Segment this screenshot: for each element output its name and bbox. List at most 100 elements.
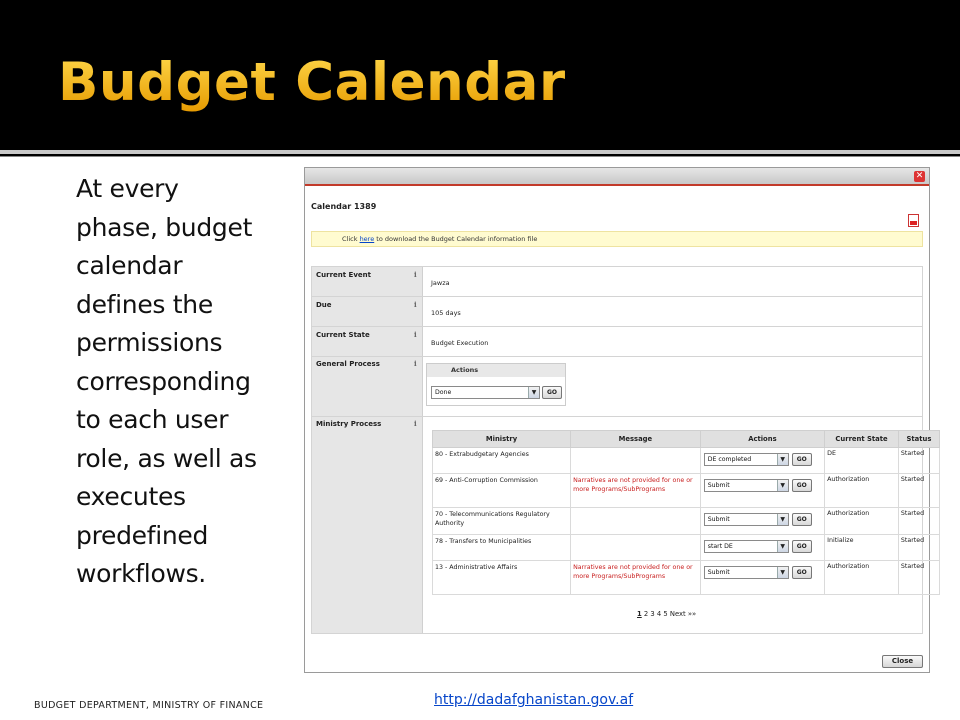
general-process-label: General Process	[316, 360, 380, 368]
ministry-go-button[interactable]: GO	[791, 540, 812, 553]
download-link[interactable]: here	[360, 235, 375, 243]
pagination: 1 2 3 4 5 Next »»	[637, 610, 696, 618]
column-header: Current State	[824, 430, 899, 448]
info-icon[interactable]: i	[414, 270, 417, 279]
current-state-value: Budget Execution	[431, 339, 489, 347]
notice-suffix: to download the Budget Calendar informat…	[374, 235, 538, 243]
body-line: permissions	[76, 328, 223, 357]
info-icon[interactable]: i	[414, 419, 417, 428]
body-line: role, as well as	[76, 443, 257, 473]
ministry-go-button[interactable]: GO	[791, 513, 812, 526]
current-event-label: Current Event	[316, 271, 371, 279]
table-row: 13 - Administrative Affairs Narratives a…	[431, 560, 941, 595]
column-header: Message	[570, 430, 701, 448]
ministry-go-button[interactable]: GO	[791, 479, 812, 492]
page-current[interactable]: 1	[637, 610, 642, 618]
status-cell: Started	[897, 534, 941, 561]
table-header-row: Ministry Message Actions Current State S…	[431, 430, 941, 448]
ministry-action-select[interactable]: Submit ▼	[703, 513, 789, 526]
ministry-go-button[interactable]: GO	[791, 566, 812, 579]
body-line: predefined	[76, 520, 209, 550]
body-line: executes	[76, 482, 186, 511]
body-line: phase, budget	[76, 212, 253, 242]
pdf-icon[interactable]	[908, 214, 919, 227]
actions-cell: Submit ▼ GO	[699, 473, 826, 508]
close-button[interactable]: Close	[882, 655, 923, 668]
ministry-action-value: Submit	[707, 569, 730, 576]
due-label: Due	[316, 301, 332, 309]
message-cell	[570, 534, 701, 561]
ministry-go-button[interactable]: GO	[791, 453, 812, 466]
table-row: 80 - Extrabudgetary Agencies DE complete…	[431, 447, 941, 474]
info-icon[interactable]: i	[414, 330, 417, 339]
state-cell: Authorization	[824, 473, 899, 508]
message-cell: Narratives are not provided for one or m…	[570, 473, 701, 508]
body-line: workflows.	[76, 559, 206, 588]
chevron-down-icon: ▼	[776, 514, 788, 525]
message-cell	[570, 507, 701, 535]
due-value: 105 days	[431, 309, 461, 317]
close-icon[interactable]: ✕	[914, 171, 925, 182]
state-cell: Initialize	[824, 534, 899, 561]
status-cell: Started	[897, 447, 941, 474]
table-row: 70 - Telecommunications Regulatory Autho…	[431, 507, 941, 535]
slide-title: Budget Calendar	[58, 52, 566, 113]
state-cell: Authorization	[824, 507, 899, 535]
ministry-cell: 70 - Telecommunications Regulatory Autho…	[431, 507, 572, 535]
state-cell: DE	[824, 447, 899, 474]
row-divider	[312, 416, 922, 417]
body-line: defines the	[76, 289, 213, 319]
footer-department: BUDGET DEPARTMENT, MINISTRY OF FINANCE	[34, 700, 264, 711]
body-line: At every	[76, 174, 179, 203]
current-state-label: Current State	[316, 331, 370, 339]
notice-prefix: Click	[342, 235, 360, 243]
window-titlebar: ✕	[305, 168, 929, 186]
download-notice: Click here to download the Budget Calend…	[311, 231, 923, 247]
ministry-cell: 78 - Transfers to Municipalities	[431, 534, 572, 561]
ministry-action-select[interactable]: Submit ▼	[703, 566, 789, 579]
ministry-cell: 13 - Administrative Affairs	[431, 560, 572, 595]
ministry-table: Ministry Message Actions Current State S…	[431, 430, 941, 595]
actions-cell: start DE ▼ GO	[699, 534, 826, 561]
actions-cell: DE completed ▼ GO	[699, 447, 826, 474]
actions-header: Actions	[427, 364, 565, 377]
calendar-window: ✕ Calendar 1389 Click here to download t…	[304, 167, 941, 673]
body-line: corresponding	[76, 366, 251, 396]
page-links[interactable]: 2 3 4 5	[644, 610, 668, 618]
chevron-down-icon: ▼	[776, 480, 788, 491]
ministry-action-value: Submit	[707, 482, 730, 489]
label-column	[312, 267, 423, 633]
ministry-action-value: start DE	[707, 543, 733, 550]
table-row: 78 - Transfers to Municipalities start D…	[431, 534, 941, 561]
actions-cell: Submit ▼ GO	[699, 507, 826, 535]
general-actions-box: Actions Done ▼ GO	[426, 363, 566, 406]
row-divider	[312, 356, 922, 357]
column-header: Status	[897, 430, 941, 448]
chevron-down-icon: ▼	[776, 454, 788, 465]
current-event-value: Jawza	[431, 279, 450, 287]
info-icon[interactable]: i	[414, 300, 417, 309]
message-cell	[570, 447, 701, 474]
ministry-action-value: Submit	[707, 516, 730, 523]
column-header: Ministry	[431, 430, 572, 448]
body-line: calendar	[76, 251, 183, 280]
ministry-action-value: DE completed	[707, 456, 752, 463]
body-line: to each user	[76, 405, 229, 434]
ministry-cell: 80 - Extrabudgetary Agencies	[431, 447, 572, 474]
general-action-value: Done	[435, 389, 452, 396]
ministry-action-select[interactable]: start DE ▼	[703, 540, 789, 553]
title-divider	[0, 150, 960, 154]
status-cell: Started	[897, 507, 941, 535]
ministry-action-select[interactable]: Submit ▼	[703, 479, 789, 492]
ministry-cell: 69 - Anti-Corruption Commission	[431, 473, 572, 508]
general-go-button[interactable]: GO	[542, 386, 562, 399]
ministry-action-select[interactable]: DE completed ▼	[703, 453, 789, 466]
state-cell: Authorization	[824, 560, 899, 595]
info-icon[interactable]: i	[414, 359, 417, 368]
page-next-link[interactable]: Next »»	[670, 610, 696, 618]
footer-link[interactable]: http://dadafghanistan.gov.af	[434, 692, 633, 708]
general-action-select[interactable]: Done ▼	[431, 386, 540, 399]
row-divider	[312, 296, 922, 297]
message-cell: Narratives are not provided for one or m…	[570, 560, 701, 595]
column-header: Actions	[699, 430, 826, 448]
